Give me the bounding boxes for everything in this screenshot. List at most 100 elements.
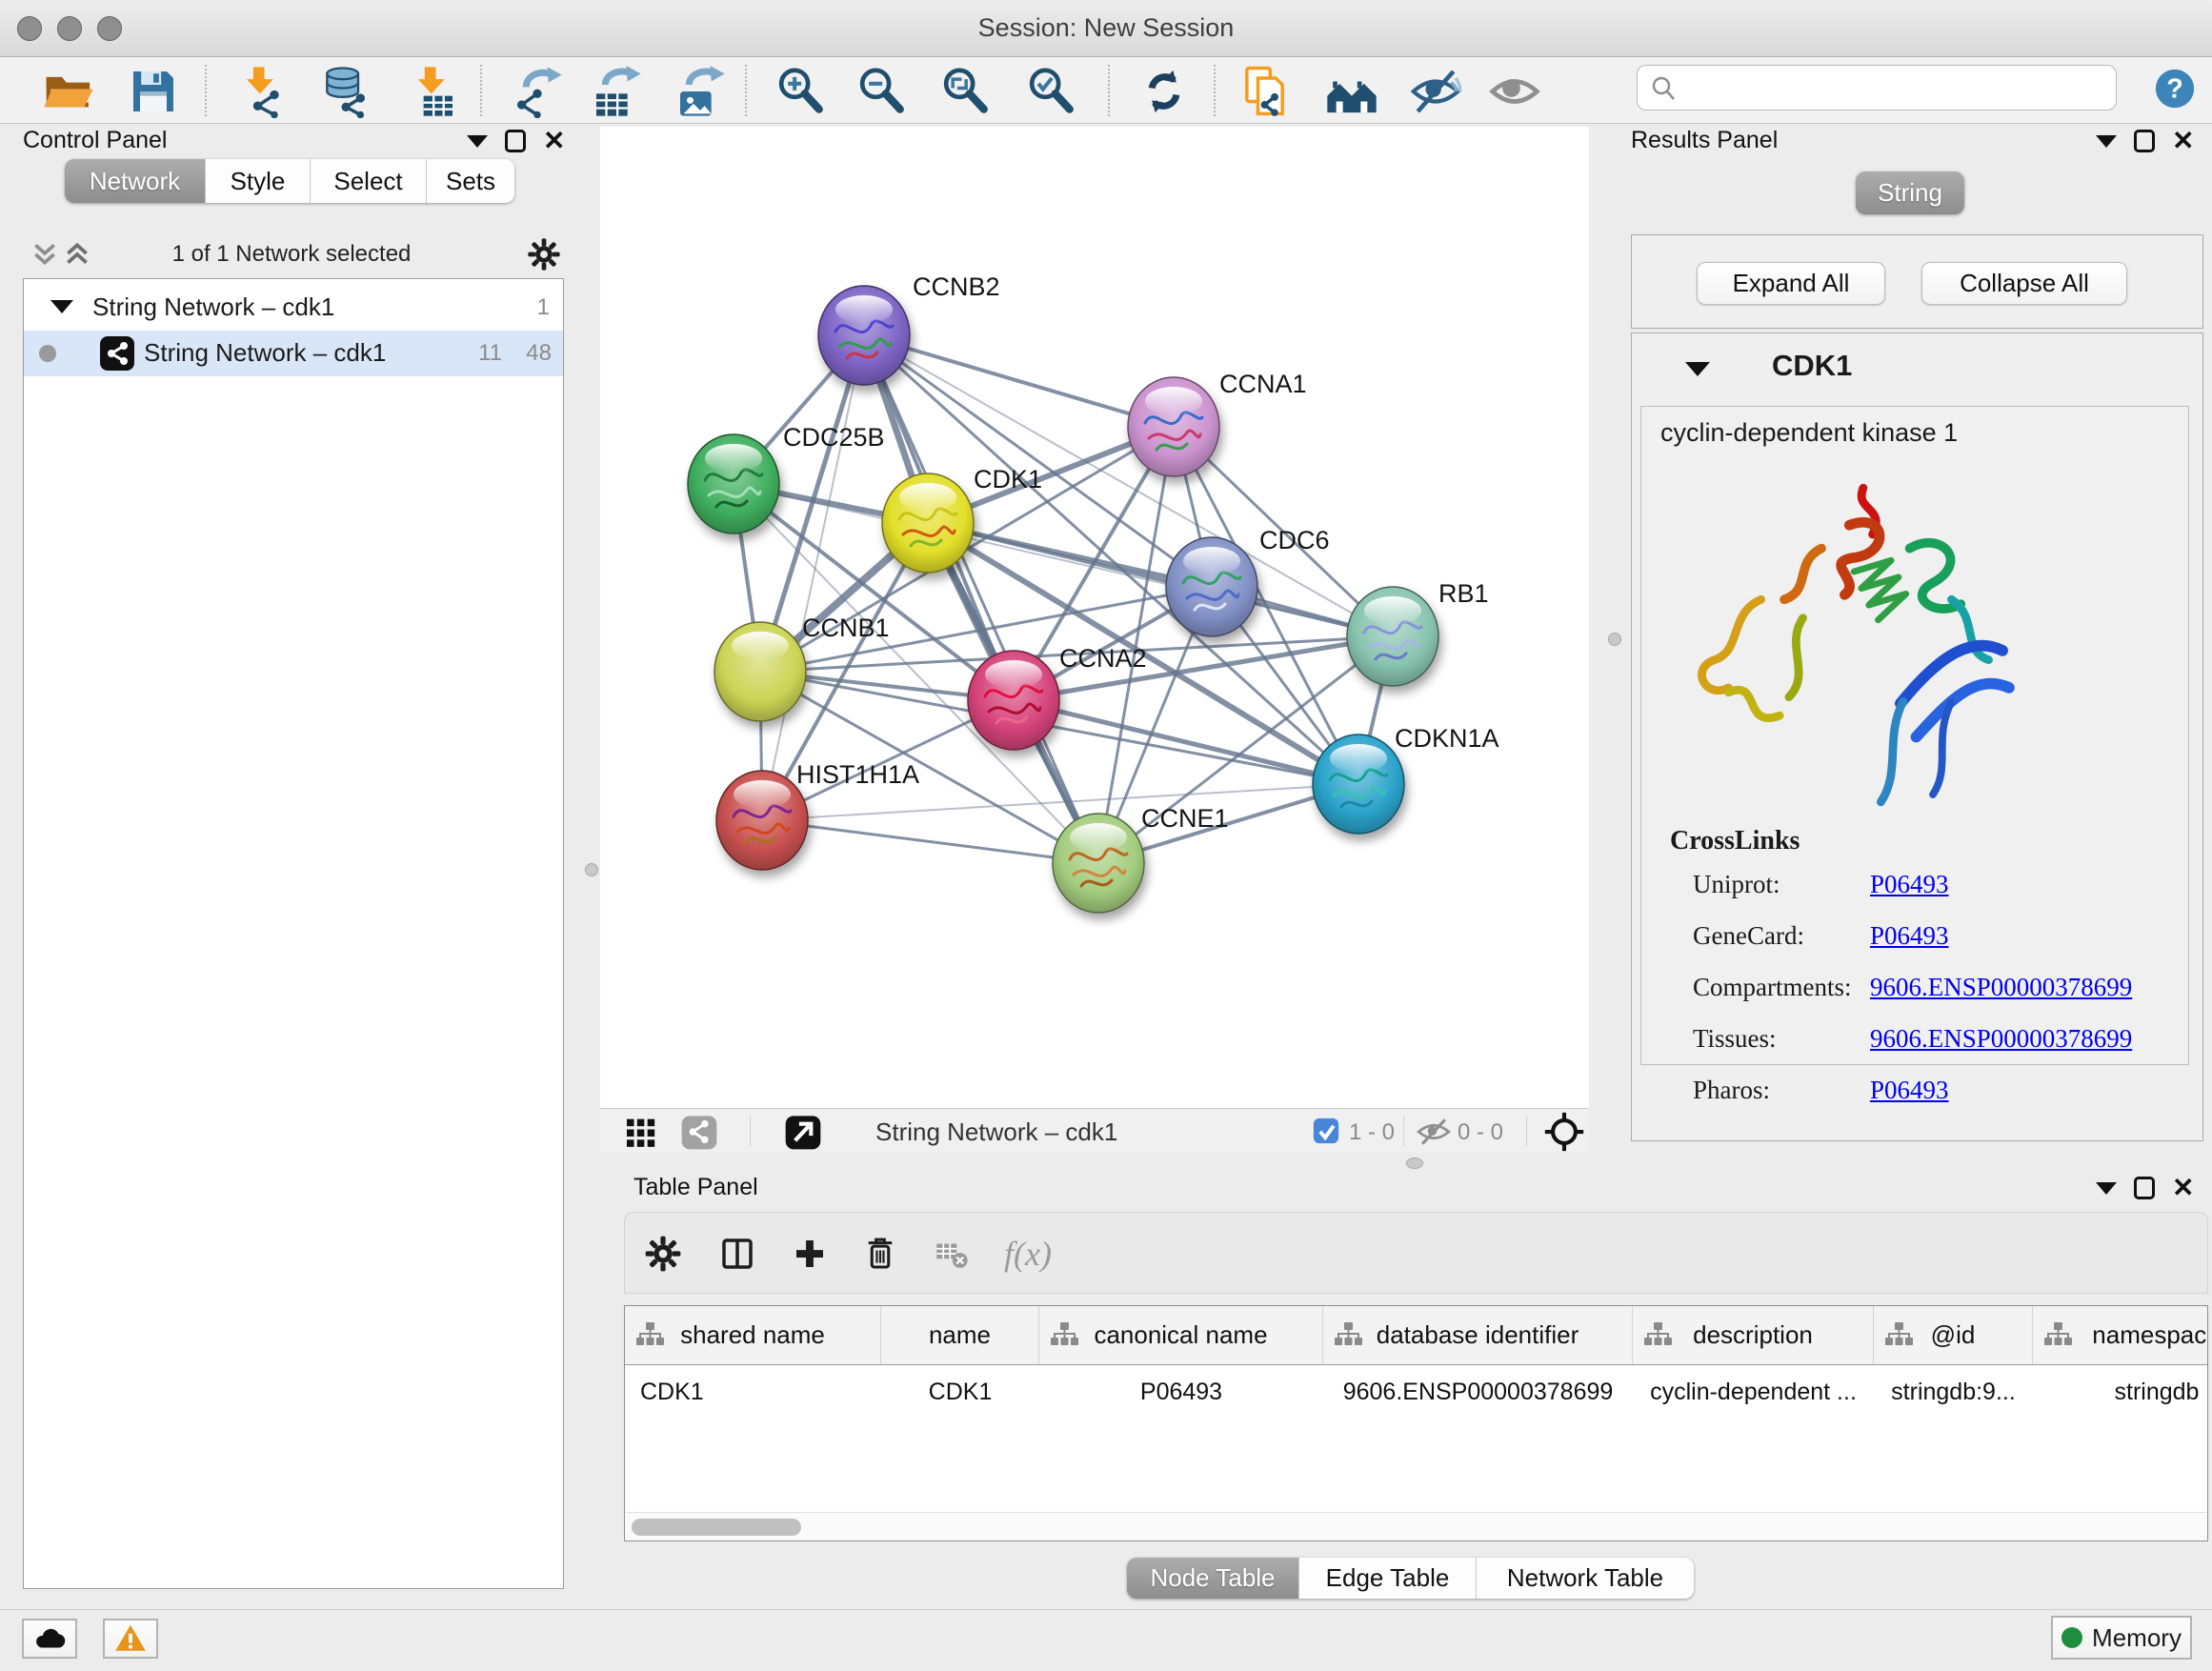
tab-style[interactable]: Style: [206, 159, 311, 203]
table-header-row: shared namenamecanonical namedatabase id…: [625, 1306, 2208, 1365]
table-row[interactable]: CDK1CDK1P064939606.ENSP00000378699cyclin…: [625, 1365, 2208, 1419]
search-input[interactable]: [1685, 68, 2104, 106]
export-table-icon[interactable]: [590, 65, 643, 118]
splitter-handle[interactable]: [585, 863, 598, 876]
column-header-canonicalname[interactable]: canonical name: [1039, 1306, 1323, 1364]
network-collection-label: String Network – cdk1: [92, 292, 334, 322]
show-hide-graphics-icon[interactable]: [1409, 65, 1462, 118]
table-cell[interactable]: cyclin-dependent ...: [1633, 1365, 1874, 1419]
birds-eye-view-icon[interactable]: [784, 1113, 822, 1151]
panel-maximize-icon[interactable]: [505, 130, 526, 152]
tab-node-table[interactable]: Node Table: [1127, 1558, 1299, 1599]
panel-close-icon[interactable]: ✕: [2172, 1177, 2194, 1199]
selected-checkbox-icon[interactable]: [1313, 1117, 1339, 1144]
tab-select[interactable]: Select: [311, 159, 427, 203]
column-header-name[interactable]: name: [881, 1306, 1039, 1364]
crosslinks-heading: CrossLinks: [1670, 826, 1800, 856]
panel-float-icon[interactable]: [2096, 135, 2117, 148]
home-icon[interactable]: [1325, 65, 1378, 118]
search-field[interactable]: [1637, 65, 2117, 111]
collapse-all-button[interactable]: Collapse All: [1921, 262, 2127, 305]
panel-maximize-icon[interactable]: [2134, 1177, 2155, 1199]
network-node-CCNB1[interactable]: CCNB1: [714, 614, 890, 721]
delete-column-icon[interactable]: [860, 1234, 900, 1274]
table-cell[interactable]: CDK1: [625, 1365, 881, 1419]
status-bar: Memory: [0, 1609, 2212, 1671]
panel-float-icon[interactable]: [2096, 1182, 2117, 1195]
crosslink-link[interactable]: P06493: [1870, 1076, 1949, 1105]
grid-view-icon[interactable]: [622, 1113, 660, 1151]
tab-edge-table[interactable]: Edge Table: [1299, 1558, 1477, 1599]
table-cell[interactable]: P06493: [1039, 1365, 1323, 1419]
network-node-HIST1H1A[interactable]: HIST1H1A: [716, 760, 919, 870]
crosslink-link[interactable]: 9606.ENSP00000378699: [1870, 973, 2132, 1002]
export-image-icon[interactable]: [674, 65, 727, 118]
tab-sets[interactable]: Sets: [427, 159, 514, 203]
warnings-button[interactable]: [103, 1619, 158, 1659]
save-session-icon[interactable]: [127, 65, 180, 118]
table-cell[interactable]: CDK1: [881, 1365, 1039, 1419]
network-node-CDC6[interactable]: CDC6: [1166, 526, 1330, 636]
network-edge[interactable]: [864, 335, 1174, 427]
network-edge[interactable]: [762, 335, 864, 820]
panel-float-icon[interactable]: [467, 135, 488, 148]
clone-network-icon[interactable]: [1241, 65, 1295, 118]
panel-close-icon[interactable]: ✕: [543, 130, 565, 152]
expand-all-button[interactable]: Expand All: [1697, 262, 1885, 305]
import-network-database-icon[interactable]: [318, 65, 372, 118]
import-network-file-icon[interactable]: [234, 65, 288, 118]
zoom-out-icon[interactable]: [855, 65, 908, 118]
tab-network-table[interactable]: Network Table: [1477, 1558, 1694, 1599]
splitter-handle[interactable]: [1406, 1158, 1423, 1169]
cloud-button[interactable]: [22, 1619, 77, 1659]
panel-close-icon[interactable]: ✕: [2172, 130, 2194, 152]
network-edge[interactable]: [762, 820, 1098, 863]
column-header-description[interactable]: description: [1633, 1306, 1874, 1364]
table-cell[interactable]: stringdb:9...: [1874, 1365, 2033, 1419]
table-cell[interactable]: 9606.ENSP00000378699: [1323, 1365, 1633, 1419]
column-header-id[interactable]: @id: [1874, 1306, 2033, 1364]
add-column-icon[interactable]: [790, 1234, 830, 1274]
network-node-CDKN1A[interactable]: CDKN1A: [1313, 724, 1499, 834]
split-columns-icon[interactable]: [717, 1234, 757, 1274]
network-node-RB1[interactable]: RB1: [1347, 579, 1489, 686]
network-tree-row[interactable]: String Network – cdk1 11 48: [24, 331, 563, 376]
help-button[interactable]: ?: [2153, 67, 2197, 111]
export-network-icon[interactable]: [511, 65, 564, 118]
tree-expander-icon[interactable]: [50, 300, 73, 313]
table-gear-icon[interactable]: [643, 1234, 683, 1274]
zoom-selected-icon[interactable]: [1024, 65, 1077, 118]
network-node-CDC25B[interactable]: CDC25B: [688, 423, 885, 534]
fit-selected-crosshair-icon[interactable]: [1543, 1111, 1585, 1153]
zoom-in-icon[interactable]: [774, 65, 827, 118]
tab-network[interactable]: Network: [65, 159, 206, 203]
section-expander-icon[interactable]: [1685, 362, 1710, 376]
column-header-databaseidentifier[interactable]: database identifier: [1323, 1306, 1633, 1364]
network-tree-root-row[interactable]: String Network – cdk1 1: [24, 285, 563, 331]
column-header-sharedname[interactable]: shared name: [625, 1306, 881, 1364]
crosslink-link[interactable]: P06493: [1870, 921, 1949, 951]
network-node-CCNA1[interactable]: CCNA1: [1128, 370, 1307, 476]
node-label: CCNB1: [802, 614, 890, 642]
table-horizontal-scrollbar[interactable]: [626, 1512, 2206, 1540]
column-header-namespace[interactable]: namespace: [2033, 1306, 2208, 1364]
network-status-dot-icon: [39, 345, 56, 362]
splitter-handle[interactable]: [1608, 633, 1621, 646]
tab-string[interactable]: String: [1856, 171, 1964, 214]
import-table-file-icon[interactable]: [406, 65, 459, 118]
section-title: CDK1: [1772, 349, 1852, 383]
crosslink-link[interactable]: P06493: [1870, 870, 1949, 899]
apply-layout-icon[interactable]: [1137, 65, 1191, 118]
collection-count: 1: [537, 294, 550, 321]
zoom-fit-icon[interactable]: [938, 65, 992, 118]
memory-button[interactable]: Memory: [2051, 1616, 2192, 1660]
network-canvas[interactable]: CCNB2CCNA1CDC25BCDK1CDC6RB1CCNB1CCNA2CDK…: [600, 127, 1589, 1108]
scrollbar-thumb[interactable]: [632, 1519, 801, 1536]
network-node-CCNE1[interactable]: CCNE1: [1053, 804, 1229, 913]
titlebar: Session: New Session: [0, 0, 2212, 57]
table-cell[interactable]: stringdb: [2033, 1365, 2208, 1419]
panel-maximize-icon[interactable]: [2134, 130, 2155, 152]
crosslink-link[interactable]: 9606.ENSP00000378699: [1870, 1024, 2132, 1054]
network-options-gear-icon[interactable]: [526, 236, 562, 272]
open-file-icon[interactable]: [42, 65, 95, 118]
